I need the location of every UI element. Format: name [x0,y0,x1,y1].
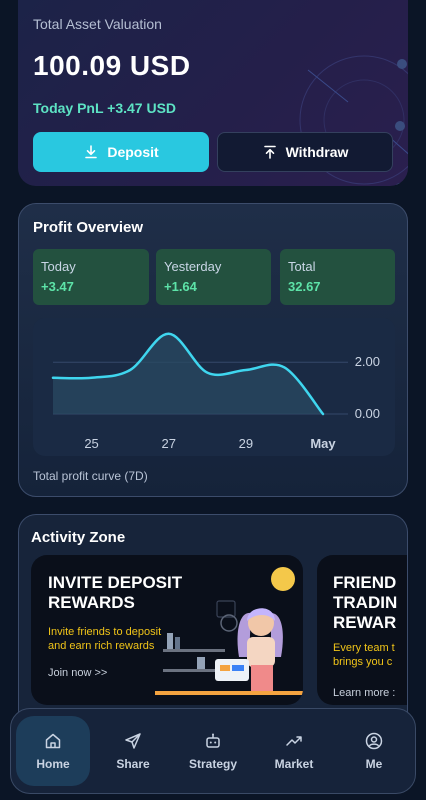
nav-label: Market [274,756,314,771]
promo-desc-line: Every team t [333,642,395,654]
nav-share[interactable]: Share [96,716,170,786]
nav-label: Share [116,756,150,771]
promo-title-line: FRIEND [333,573,397,592]
stat-label: Yesterday [164,259,222,274]
promo-title-line: INVITE DEPOSIT [48,573,183,592]
activity-zone-card: Activity Zone INVITE DEPOSIT REWARDS Inv… [18,514,408,714]
nav-label: Strategy [188,756,238,771]
send-icon [125,732,141,749]
nav-label: Home [36,756,70,771]
today-pnl: Today PnL +3.47 USD [33,100,177,116]
upload-icon [263,145,276,159]
stat-value: +3.47 [41,279,74,294]
promo-banner-friend-trading[interactable]: FRIEND TRADIN REWAR Every team t brings … [317,555,407,705]
deposit-button[interactable]: Deposit [33,132,209,172]
join-now-link[interactable]: Join now >> [48,667,107,679]
nav-market[interactable]: Market [257,716,331,786]
asset-title: Total Asset Valuation [33,16,162,32]
stat-value: 32.67 [288,279,321,294]
stat-yesterday: Yesterday +1.64 [156,249,271,305]
stat-value: +1.64 [164,279,197,294]
stat-label: Today [41,259,76,274]
promo-description: Invite friends to deposit and earn rich … [48,625,161,653]
x-tick-label: May [310,436,336,451]
promo-title: INVITE DEPOSIT REWARDS [48,573,182,613]
promo-title-line: TRADIN [333,593,398,612]
x-tick-label: 25 [84,436,98,451]
bottom-nav: Home Share Strategy Market Me [10,708,416,794]
y-tick-label: 0.00 [355,406,380,421]
home-icon [45,733,61,748]
trend-icon [286,735,302,746]
x-tick-label: 29 [239,436,253,451]
promo-desc-line: Invite friends to deposit [48,626,162,638]
y-tick-label: 2.00 [355,354,380,369]
nav-home[interactable]: Home [16,716,90,786]
promo-description: Every team t brings you c [333,641,395,669]
deposit-label: Deposit [107,144,159,160]
promo-desc-line: and earn rich rewards [48,640,155,652]
learn-more-link[interactable]: Learn more : [333,687,395,699]
asset-amount: 100.09 USD [33,50,191,81]
promo-title-line: REWARDS [48,593,135,612]
nav-label: Me [365,756,383,771]
user-icon [365,732,383,749]
x-tick-label: 27 [161,436,175,451]
stat-total: Total 32.67 [280,249,395,305]
stat-today: Today +3.47 [33,249,149,305]
profit-overview-title: Profit Overview [33,219,144,236]
promo-banner-invite[interactable]: INVITE DEPOSIT REWARDS Invite friends to… [31,555,303,705]
download-icon [85,145,98,159]
profit-area [53,333,323,414]
robot-icon [206,733,220,748]
activity-zone-title: Activity Zone [31,529,126,546]
promo-title: FRIEND TRADIN REWAR [333,573,397,633]
nav-me[interactable]: Me [337,716,411,786]
stat-label: Total [288,259,316,274]
promo-title-line: REWAR [333,613,397,632]
chart-caption: Total profit curve (7D) [33,469,148,483]
profit-chart-svg: 2.00 0.00 25 27 29 May [51,332,380,451]
promo-desc-line: brings you c [333,656,393,668]
profit-chart: 2.00 0.00 25 27 29 May [33,318,395,456]
withdraw-button[interactable]: Withdraw [217,132,393,172]
asset-card: Total Asset Valuation 100.09 USD Today P… [18,0,408,186]
profit-overview-card: Profit Overview Today +3.47 Yesterday +1… [18,203,408,497]
withdraw-label: Withdraw [285,144,349,160]
nav-strategy[interactable]: Strategy [176,716,250,786]
